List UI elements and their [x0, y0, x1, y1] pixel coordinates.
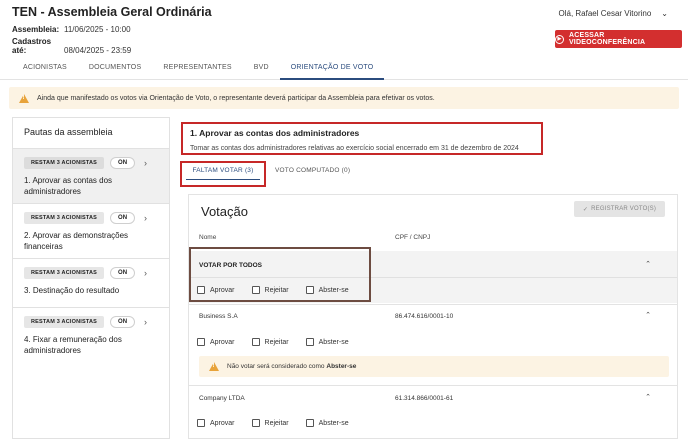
remaining-shareholders-badge: RESTAM 3 ACIONISTAS [24, 267, 105, 279]
sidebar-title: Pautas da assembleia [24, 127, 113, 137]
question-header: 1. Aprovar as contas dos administradores… [181, 122, 543, 155]
abstain-label: Abster-se [318, 419, 349, 427]
agenda-toggle[interactable]: ON [110, 157, 136, 169]
agenda-toggle[interactable]: ON [110, 212, 136, 224]
voting-title: Votação [201, 204, 248, 219]
register-votes-button[interactable]: ✓ REGISTRAR VOTO(S) [574, 201, 665, 217]
agenda-item-label: 4. Fixar a remuneração dos administrador… [24, 335, 122, 355]
tab-bvd[interactable]: BVD [243, 58, 280, 80]
shareholder-document: 86.474.616/0001-10 [395, 313, 454, 320]
remaining-shareholders-badge: RESTAM 3 ACIONISTAS [24, 316, 105, 328]
question-description: Tomar as contas dos administradores rela… [190, 145, 519, 152]
warning-banner: Ainda que manifestado os votos via Orien… [9, 87, 679, 109]
signup-deadline-label: Cadastros até: [12, 37, 52, 55]
shareholder-options: Aprovar Rejeitar Abster-se [197, 419, 366, 427]
assembly-date-value: 11/06/2025 - 10:00 [64, 25, 131, 34]
vote-content: 1. Aprovar as contas dos administradores… [180, 117, 688, 439]
agenda-toggle[interactable]: ON [110, 267, 136, 279]
checkbox-box [197, 419, 205, 427]
reject-label: Rejeitar [264, 338, 289, 346]
vote-tabs: FALTAM VOTAR (3) VOTO COMPUTADO (0) [180, 161, 359, 187]
shareholder-name: Business S.A [199, 313, 238, 320]
tab-faltam-votar[interactable]: FALTAM VOTAR (3) [180, 161, 266, 187]
chevron-right-icon: › [144, 213, 148, 223]
agenda-item-4[interactable]: RESTAM 3 ACIONISTAS ON › 4. Fixar a remu… [13, 307, 169, 367]
chevron-down-icon: ⌄ [661, 9, 668, 18]
shareholder-document: 61.314.866/0001-61 [395, 395, 454, 402]
voting-panel: Votação ✓ REGISTRAR VOTO(S) Nome CPF / C… [188, 194, 678, 439]
shareholder-name: Company LTDA [199, 395, 245, 402]
tab-representantes[interactable]: REPRESENTANTES [152, 58, 242, 80]
agenda-sidebar: Pautas da assembleia RESTAM 3 ACIONISTAS… [12, 117, 170, 439]
warning-icon [19, 93, 29, 103]
approve-label: Aprovar [210, 419, 235, 427]
checkbox-box [251, 338, 260, 346]
divider [189, 304, 677, 305]
tab-documentos[interactable]: DOCUMENTOS [78, 58, 152, 80]
chevron-up-icon[interactable]: ⌃ [645, 260, 651, 268]
check-icon: ✓ [582, 206, 589, 213]
vote-for-all-row: VOTAR POR TODOS ⌃ Aprovar Rejeitar Abste… [189, 247, 677, 303]
tab-acionistas[interactable]: ACIONISTAS [12, 58, 78, 80]
warning-text: Ainda que manifestado os votos via Orien… [37, 94, 435, 102]
chevron-right-icon: › [144, 268, 148, 278]
abstain-checkbox[interactable]: Abster-se [305, 419, 349, 427]
remaining-shareholders-badge: RESTAM 3 ACIONISTAS [24, 212, 105, 224]
agenda-item-1[interactable]: RESTAM 3 ACIONISTAS ON › 1. Aprovar as c… [13, 148, 169, 203]
chevron-up-icon[interactable]: ⌃ [645, 311, 651, 319]
reject-checkbox[interactable]: Rejeitar [251, 338, 289, 346]
shareholder-options: Aprovar Rejeitar Abster-se [197, 338, 366, 346]
agenda-item-label: 3. Destinação do resultado [24, 286, 120, 295]
assembly-date-row: Assembleia: 11/06/2025 - 10:00 [12, 25, 131, 34]
abstain-label: Abster-se [318, 338, 349, 346]
column-header-document: CPF / CNPJ [395, 234, 431, 241]
checkbox-box [197, 338, 205, 346]
agenda-item-3[interactable]: RESTAM 3 ACIONISTAS ON › 3. Destinação d… [13, 258, 169, 307]
tab-orientacao-de-voto[interactable]: ORIENTAÇÃO DE VOTO [279, 58, 385, 80]
approve-label: Aprovar [210, 338, 235, 346]
chevron-right-icon: › [144, 317, 148, 327]
checkbox-box [305, 419, 314, 427]
video-conference-label: ACESSAR VIDEOCONFERÊNCIA [568, 32, 646, 46]
remaining-shareholders-badge: RESTAM 3 ACIONISTAS [24, 157, 105, 169]
abstain-warning-prefix: Não votar será considerado como [227, 363, 325, 370]
user-menu[interactable]: Olá, Rafael Cesar Vitorino ⌄ [559, 9, 669, 18]
vote-for-all-highlight [189, 247, 371, 302]
video-conference-button[interactable]: ▶ ACESSAR VIDEOCONFERÊNCIA [555, 30, 682, 48]
column-header-name: Nome [199, 234, 217, 241]
approve-checkbox[interactable]: Aprovar [197, 338, 235, 346]
reject-checkbox[interactable]: Rejeitar [251, 419, 289, 427]
main-tabs: ACIONISTAS DOCUMENTOS REPRESENTANTES BVD… [0, 58, 688, 80]
reject-label: Rejeitar [264, 419, 289, 427]
agenda-item-2[interactable]: RESTAM 3 ACIONISTAS ON › 2. Aprovar as d… [13, 203, 169, 258]
tab-voto-computado[interactable]: VOTO COMPUTADO (0) [266, 161, 359, 187]
question-title: 1. Aprovar as contas dos administradores [190, 128, 360, 138]
user-greeting: Olá, Rafael Cesar Vitorino [558, 9, 652, 18]
active-tab-indicator [186, 178, 260, 180]
approve-checkbox[interactable]: Aprovar [197, 419, 235, 427]
signup-deadline-row: Cadastros até: 08/04/2025 - 23:59 [12, 37, 131, 55]
signup-deadline-value: 08/04/2025 - 23:59 [64, 46, 132, 55]
abstain-checkbox[interactable]: Abster-se [305, 338, 349, 346]
page-title: TEN - Assembleia Geral Ordinária [12, 5, 212, 19]
assembly-date-label: Assembleia: [12, 25, 60, 34]
tab-faltam-votar-label: FALTAM VOTAR (3) [192, 167, 254, 174]
register-votes-label: REGISTRAR VOTO(S) [591, 206, 657, 212]
divider [189, 385, 677, 386]
agenda-toggle[interactable]: ON [110, 316, 136, 328]
checkbox-box [305, 338, 314, 346]
abstain-warning-text: Não votar será considerado como Abster-s… [227, 363, 356, 370]
checkbox-box [251, 419, 260, 427]
abstain-warning: Não votar será considerado como Abster-s… [199, 356, 669, 377]
chevron-right-icon: › [144, 158, 148, 168]
warning-icon [209, 362, 219, 371]
play-circle-icon: ▶ [555, 34, 564, 44]
agenda-item-label: 1. Aprovar as contas dos administradores [24, 176, 113, 196]
page-header: TEN - Assembleia Geral Ordinária Assembl… [0, 0, 688, 60]
abstain-warning-bold: Abster-se [326, 363, 357, 370]
chevron-up-icon[interactable]: ⌃ [645, 393, 651, 401]
agenda-item-label: 2. Aprovar as demonstrações financeiras [24, 231, 129, 251]
